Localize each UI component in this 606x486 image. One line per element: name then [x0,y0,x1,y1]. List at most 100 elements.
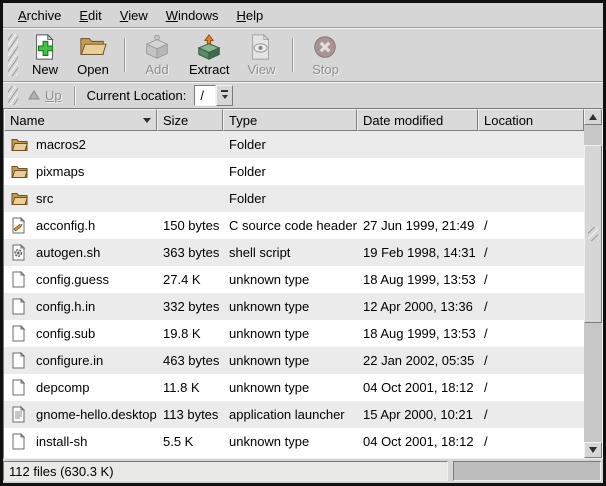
file-rows: macros2 Folder pixmaps Folder src Folder [4,131,584,458]
menu-edit[interactable]: Edit [70,6,110,25]
table-row[interactable]: macros2 Folder [4,131,584,158]
open-button[interactable]: Open [69,30,117,80]
file-size: 332 bytes [157,299,223,314]
file-name: pixmaps [36,164,84,179]
file-location: / [478,326,584,341]
scroll-down-arrow-icon [589,447,597,457]
status-progress-area [453,461,601,481]
table-row[interactable]: config.guess 27.4 K unknown type 18 Aug … [4,266,584,293]
file-location: / [478,272,584,287]
table-row[interactable]: gnome-hello.desktop 113 bytes applicatio… [4,401,584,428]
table-row[interactable]: configure.in 463 bytes unknown type 22 J… [4,347,584,374]
table-row[interactable]: autogen.sh 363 bytes shell script 19 Feb… [4,239,584,266]
file-date-modified: 18 Aug 1999, 13:53 [357,272,478,287]
file-size: 19.8 K [157,326,223,341]
table-row[interactable]: config.sub 19.8 K unknown type 18 Aug 19… [4,320,584,347]
file-type: application launcher [223,407,357,422]
file-date-modified: 18 Aug 1999, 13:53 [357,326,478,341]
column-header-date-modified[interactable]: Date modified [357,109,478,131]
table-row[interactable]: acconfig.h 150 bytes C source code heade… [4,212,584,239]
file-size: 463 bytes [157,353,223,368]
vertical-scrollbar[interactable] [584,109,602,458]
stop-icon [311,32,339,61]
status-message: 112 files (630.3 K) [3,461,448,481]
menu-windows[interactable]: Windows [157,6,228,25]
file-size: 363 bytes [157,245,223,260]
table-header-row: Name Size Type Date modified Location [4,109,584,131]
table-row[interactable]: depcomp 11.8 K unknown type 04 Oct 2001,… [4,374,584,401]
menu-help[interactable]: Help [227,6,272,25]
document-icon [11,352,28,369]
file-size: 5.5 K [157,434,223,449]
open-folder-icon [79,32,107,61]
scroll-down-button[interactable] [584,442,602,458]
document-icon [11,298,28,315]
file-type: unknown type [223,299,357,314]
toolbar-drag-handle[interactable] [8,34,18,76]
add-button: Add [133,30,181,80]
scroll-up-button[interactable] [584,109,602,125]
file-name: install-sh [36,434,87,449]
file-name: configure.in [36,353,103,368]
file-location: / [478,218,584,233]
combo-arrow-icon [221,90,228,92]
document-lines-icon [11,406,28,423]
file-name: acconfig.h [36,218,95,233]
column-header-name[interactable]: Name [4,109,157,131]
location-bar: Up Current Location: / [3,83,603,108]
file-name: src [36,191,53,206]
file-size: 113 bytes [157,407,223,422]
extract-button-label: Extract [189,62,229,77]
file-name: config.guess [36,272,109,287]
document-gear-icon [11,244,28,261]
file-type: Folder [223,164,357,179]
table-row[interactable]: install-sh 5.5 K unknown type 04 Oct 200… [4,428,584,455]
document-pencil-icon [11,217,28,234]
file-type: unknown type [223,353,357,368]
scrollbar-track[interactable] [584,125,602,442]
scrollbar-thumb[interactable] [584,145,602,323]
file-location: / [478,407,584,422]
location-bar-drag-handle[interactable] [8,86,18,105]
table-row[interactable]: src Folder [4,185,584,212]
view-document-eye-icon [247,32,275,61]
file-size: 11.8 K [157,380,223,395]
toolbar-separator [292,38,294,72]
status-bar: 112 files (630.3 K) [3,459,603,483]
add-package-icon [143,32,171,61]
scrollbar-grip-icon [588,227,598,241]
column-header-type[interactable]: Type [223,109,357,131]
table-row[interactable]: pixmaps Folder [4,158,584,185]
file-date-modified: 19 Feb 1998, 14:31 [357,245,478,260]
file-location: / [478,434,584,449]
toolbar-separator [124,38,126,72]
new-button[interactable]: New [21,30,69,80]
document-icon [11,433,28,450]
file-name: autogen.sh [36,245,100,260]
add-button-label: Add [145,62,168,77]
menu-archive[interactable]: Archive [9,6,70,25]
new-archive-icon [31,32,59,61]
stop-button-label: Stop [312,62,339,77]
up-button: Up [21,86,69,105]
location-dropdown-button[interactable] [216,85,233,106]
file-location: / [478,299,584,314]
file-name: config.h.in [36,299,95,314]
folder-icon [11,137,28,152]
up-arrow-icon [28,88,40,103]
column-header-size[interactable]: Size [157,109,223,131]
column-header-location[interactable]: Location [478,109,584,131]
folder-icon [11,164,28,179]
file-type: shell script [223,245,357,260]
file-type: C source code header [223,218,357,233]
table-row[interactable]: config.h.in 332 bytes unknown type 12 Ap… [4,293,584,320]
location-entry[interactable]: / [194,85,216,106]
file-list: Name Size Type Date modified Location ma… [3,108,603,459]
file-date-modified: 04 Oct 2001, 18:12 [357,380,478,395]
file-type: unknown type [223,434,357,449]
file-type: Folder [223,137,357,152]
menu-view[interactable]: View [111,6,157,25]
scroll-up-arrow-icon [589,110,597,120]
file-date-modified: 04 Oct 2001, 18:12 [357,434,478,449]
extract-button[interactable]: Extract [181,30,237,80]
